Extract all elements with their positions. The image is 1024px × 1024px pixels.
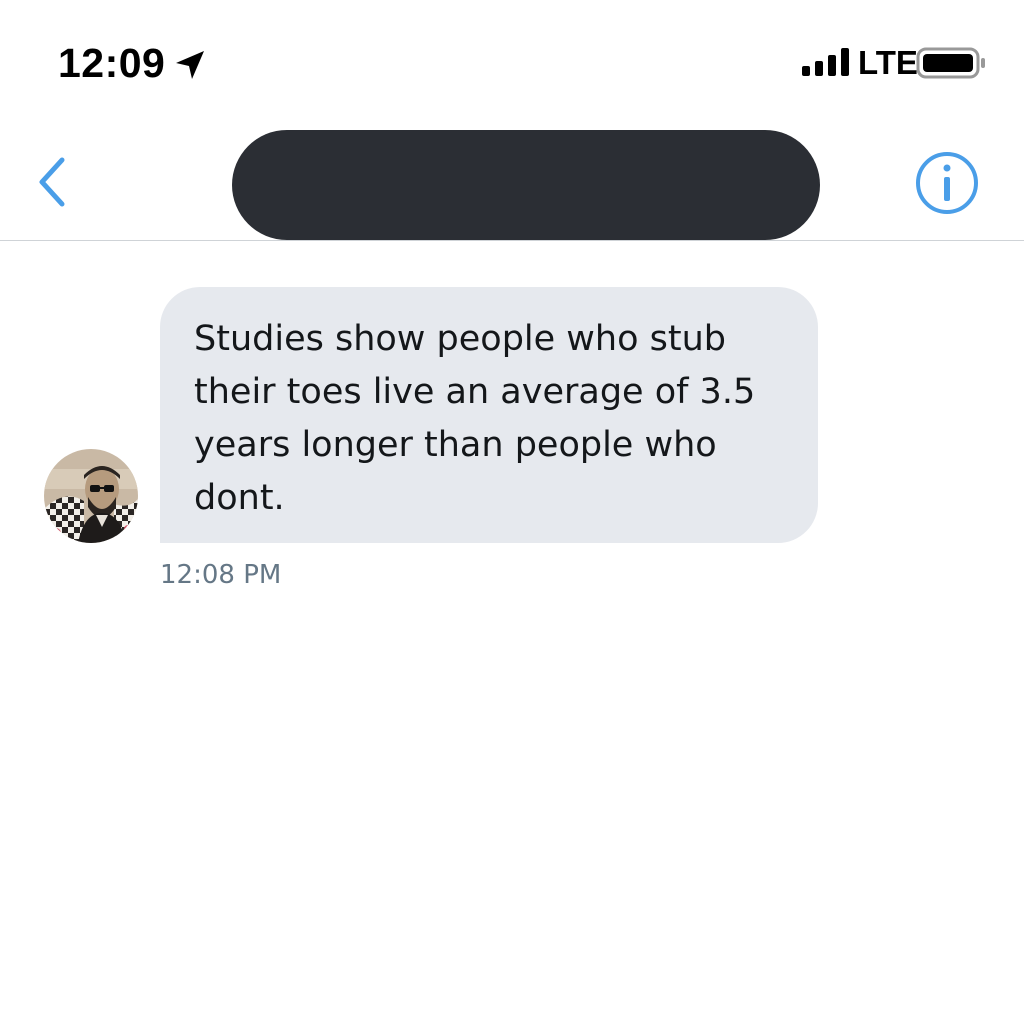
conversation-header (0, 110, 1024, 241)
back-chevron-icon[interactable] (28, 152, 78, 212)
message-list: Studies show people who stub their toes … (0, 242, 1024, 1024)
dm-conversation-screen: 12:09 LTE Studies show people who stub t… (0, 0, 1024, 1024)
status-time: 12:09 (58, 40, 166, 86)
message-timestamp: 12:08 PM (160, 560, 282, 590)
sender-avatar[interactable] (44, 449, 138, 543)
message-bubble[interactable]: Studies show people who stub their toes … (160, 287, 818, 543)
network-type-label: LTE (858, 44, 918, 81)
status-bar: 12:09 LTE (0, 0, 1024, 110)
info-icon[interactable] (914, 150, 980, 216)
location-arrow-icon (176, 51, 204, 79)
cellular-signal-icon (802, 48, 849, 76)
battery-icon (916, 47, 985, 79)
message-text: Studies show people who stub their toes … (194, 319, 756, 518)
avatar-image (44, 449, 138, 543)
contact-name-redacted[interactable] (232, 130, 820, 240)
